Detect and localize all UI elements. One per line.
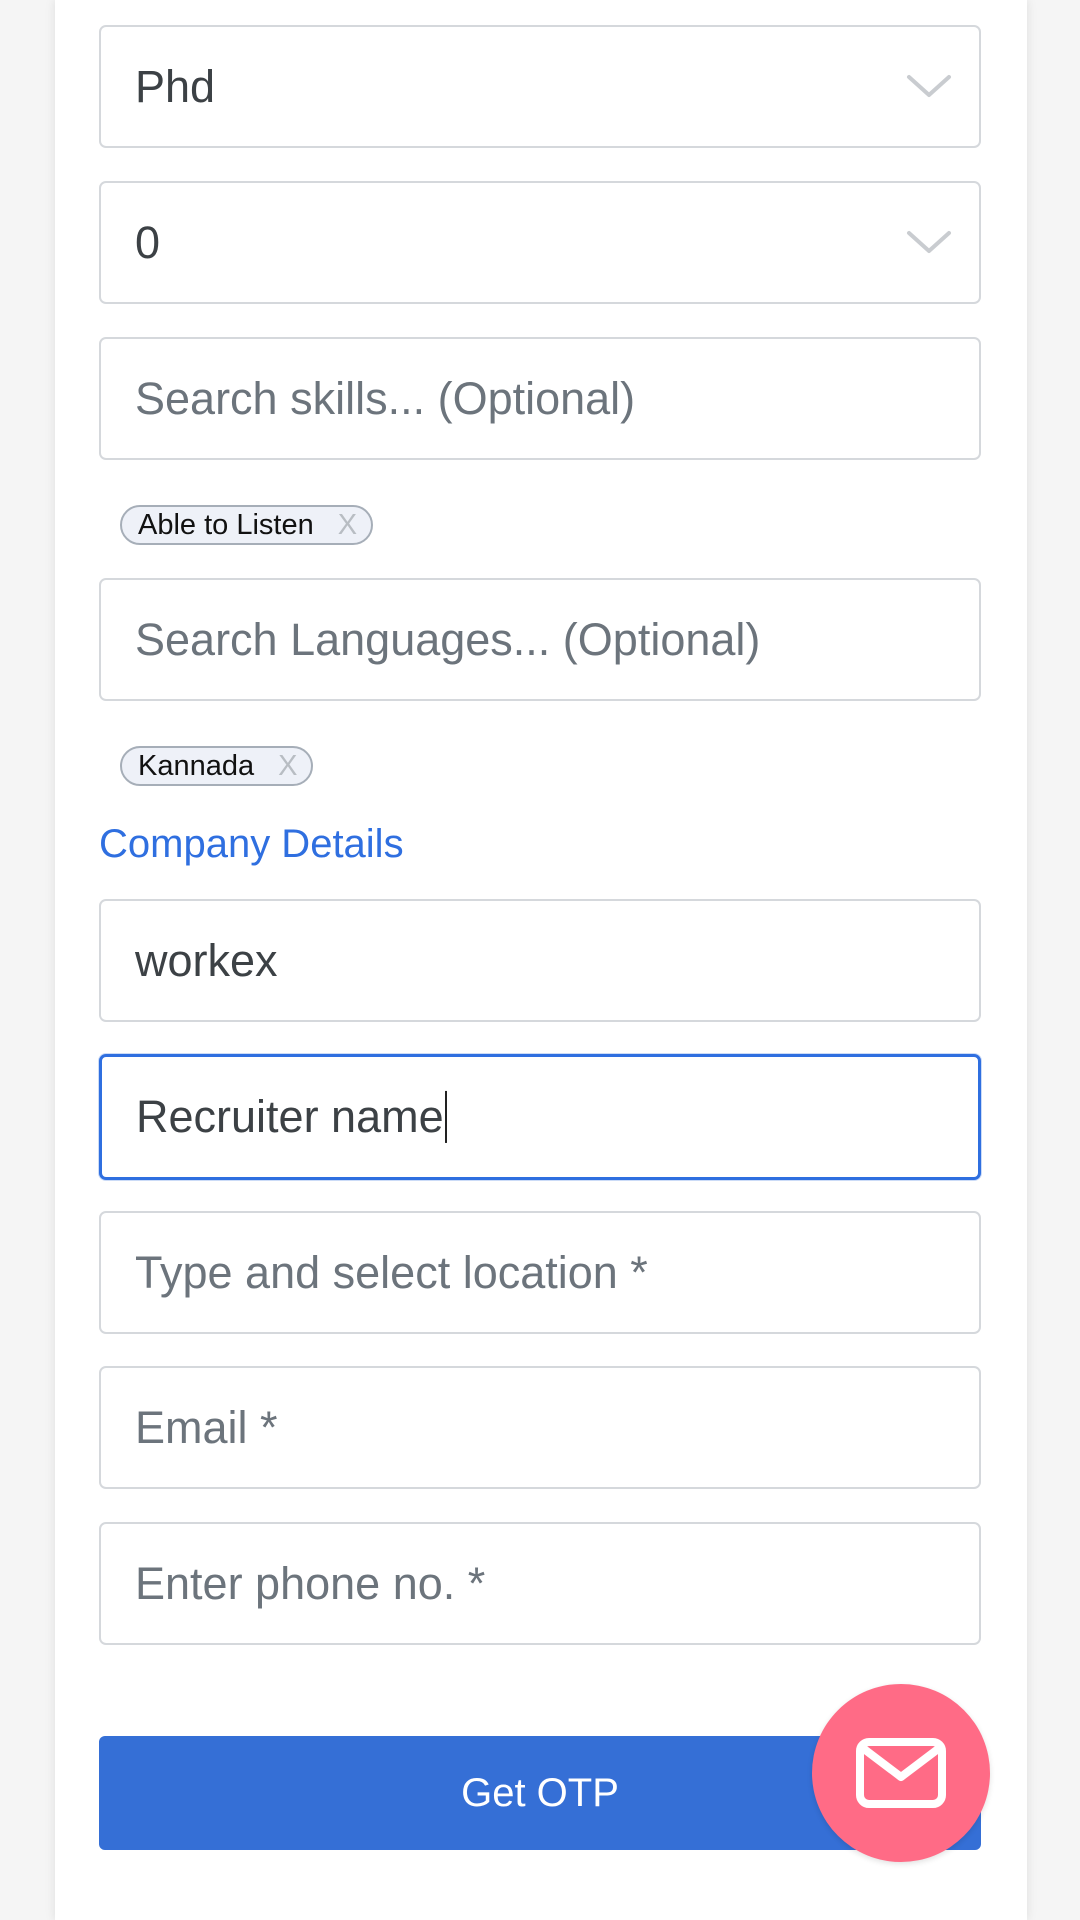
skills-search-input[interactable]: Search skills... (Optional) [99,337,981,460]
company-details-heading: Company Details [99,822,404,866]
company-name-value: workex [135,934,278,986]
education-value: Phd [135,60,216,112]
skill-chip: Able to Listen X [120,505,374,545]
mail-icon [856,1738,946,1808]
phone-input[interactable]: Enter phone no. * [99,1522,981,1645]
location-input[interactable]: Type and select location * [99,1211,981,1334]
skill-chip-label: Able to Listen [138,508,314,541]
language-chip-label: Kannada [138,749,255,782]
remove-skill-chip-button[interactable]: X [338,509,357,542]
experience-value: 0 [135,216,161,268]
recruiter-name-value: Recruiter name [136,1091,447,1144]
location-placeholder: Type and select location * [135,1246,648,1298]
recruiter-name-input[interactable]: Recruiter name [99,1054,981,1180]
email-input[interactable]: Email * [99,1366,981,1489]
phone-placeholder: Enter phone no. * [135,1557,486,1609]
skills-placeholder: Search skills... (Optional) [135,372,636,424]
chevron-down-icon [907,230,951,253]
chevron-down-icon [907,74,951,97]
education-select[interactable]: Phd [99,25,981,148]
company-name-input[interactable]: workex [99,899,981,1022]
languages-placeholder: Search Languages... (Optional) [135,613,761,665]
mail-fab-button[interactable] [812,1684,990,1862]
language-chip: Kannada X [120,746,314,786]
languages-search-input[interactable]: Search Languages... (Optional) [99,578,981,701]
text-caret [444,1091,447,1144]
email-placeholder: Email * [135,1401,278,1453]
remove-language-chip-button[interactable]: X [278,750,297,783]
experience-select[interactable]: 0 [99,181,981,304]
